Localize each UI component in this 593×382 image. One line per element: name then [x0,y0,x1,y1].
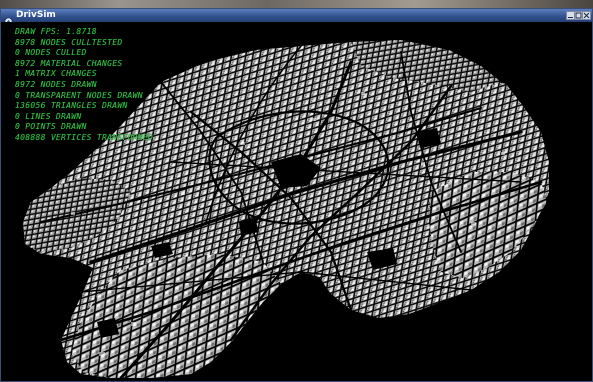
stat-line: 0 LINES DRAWN [15,111,82,121]
desktop-background: DrivSim DRAW FPS: 1.8718 8978 NODES CULL… [0,0,593,382]
stat-line: 0 NODES CULLED [15,48,87,58]
stat-line: 408888 VERTICES TRANSFORMED [15,132,154,142]
maximize-icon [575,12,582,19]
close-icon [583,12,590,19]
window-title: DrivSim [16,10,56,20]
stat-line: 136056 TRIANGLES DRAWN [15,101,128,111]
3d-viewport[interactable]: DRAW FPS: 1.8718 8978 NODES CULLTESTED 0… [1,22,592,381]
stat-line: 8972 MATERIAL CHANGES [15,58,123,68]
stat-line: 8972 NODES DRAWN [15,79,97,89]
render-stats-overlay: DRAW FPS: 1.8718 8978 NODES CULLTESTED 0… [15,27,153,144]
city-district [429,172,547,278]
minimize-icon [568,17,573,18]
app-icon[interactable] [4,11,13,26]
close-button[interactable] [582,11,591,20]
stat-line: DRAW FPS: 1.8718 [15,27,97,36]
stat-line: 0 POINTS DRAWN [15,122,87,132]
stat-line: 1 MATRIX CHANGES [15,69,97,79]
stat-line: 8978 NODES CULLTESTED [15,37,123,47]
window-titlebar[interactable]: DrivSim [1,9,592,26]
drivsim-window[interactable]: DrivSim DRAW FPS: 1.8718 8978 NODES CULL… [0,8,593,382]
stat-line: 0 TRANSPARENT NODES DRAWN [15,90,143,100]
